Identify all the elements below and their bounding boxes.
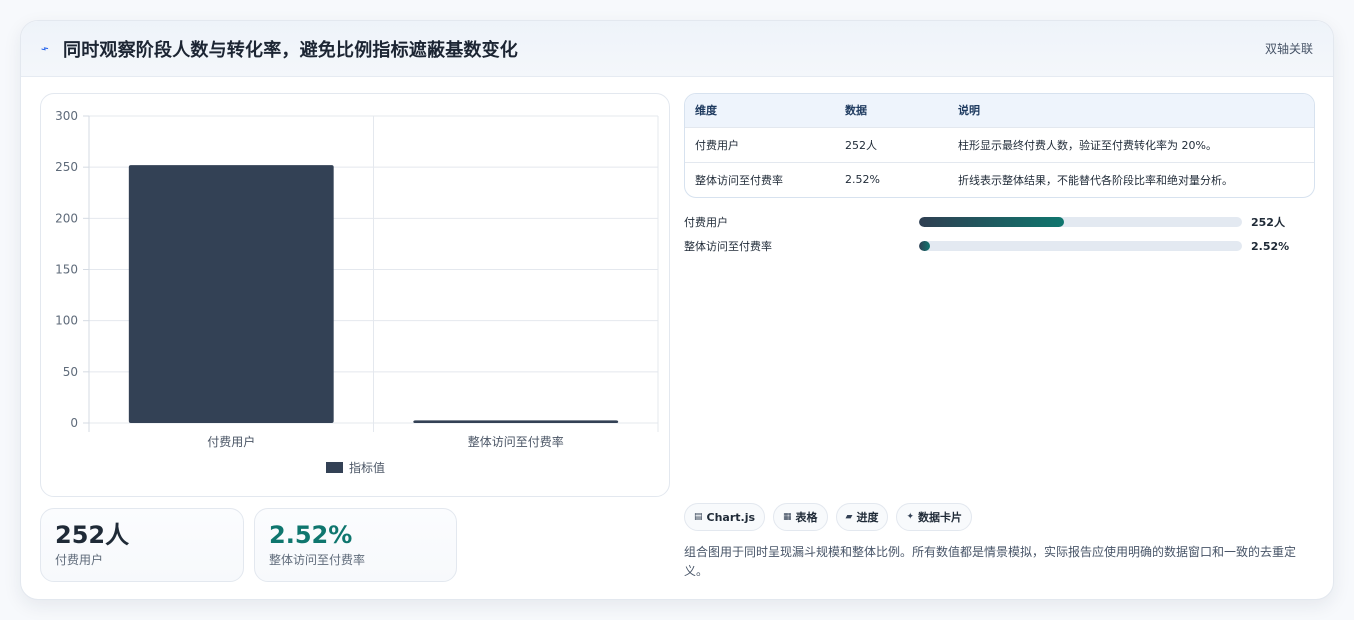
title-wrap: ⌁ 同时观察阶段人数与转化率，避免比例指标遮蔽基数变化	[38, 36, 518, 62]
legend-label: 指标值	[349, 460, 385, 475]
table-row: 整体访问至付费率 2.52% 折线表示整体结果，不能替代各阶段比率和绝对量分析。	[685, 161, 1314, 197]
data-table: 维度 数据 说明 付费用户 252人 柱形显示最终付费人数，验证至付费转化率为 …	[684, 93, 1315, 198]
chip-label: Chart.js	[706, 510, 756, 524]
chip-data-card[interactable]: ✦ 数据卡片	[896, 503, 973, 531]
card-header: ⌁ 同时观察阶段人数与转化率，避免比例指标遮蔽基数变化 双轴关联	[21, 21, 1333, 77]
kpi-label: 整体访问至付费率	[269, 553, 366, 567]
table-header-cell: 维度	[695, 104, 717, 118]
x-tick-label: 付费用户	[207, 434, 255, 449]
kpi-card-paid-users: 252人 付费用户	[40, 508, 244, 582]
y-tick-label: 200	[55, 211, 78, 225]
progress-list: 付费用户 252人 整体访问至付费率 2.52%	[684, 210, 1315, 258]
bar-chart-svg: 0 50 100 150 200 250 300 付费用户 整体访问至付费率指标值	[55, 109, 659, 475]
progress-fill	[919, 217, 1065, 227]
progress-fill	[919, 241, 931, 251]
progress-value: 2.52%	[1251, 239, 1290, 253]
footnote: 组合图用于同时呈现漏斗规模和整体比例。所有数值都是情景模拟，实际报告应使用明确的…	[684, 545, 1297, 578]
table-cell: 整体访问至付费率	[685, 161, 835, 197]
progress-row: 整体访问至付费率 2.52%	[684, 234, 1315, 258]
y-tick-label: 0	[70, 416, 78, 430]
progress-icon: ▰	[845, 512, 853, 522]
table-header-cell: 说明	[958, 104, 980, 118]
chart-icon: ▤	[694, 512, 703, 522]
chip-label: 表格	[795, 511, 818, 524]
chart-card: ⌁ 同时观察阶段人数与转化率，避免比例指标遮蔽基数变化 双轴关联 0 50 100 1…	[20, 20, 1334, 600]
kpi-value: 252人	[55, 521, 130, 549]
y-tick-label: 150	[55, 263, 78, 277]
chip-progress[interactable]: ▰ 进度	[835, 503, 889, 531]
bar	[413, 420, 619, 423]
table-cell: 2.52%	[835, 161, 948, 197]
card-icon: ✦	[906, 512, 915, 522]
table-cell: 折线表示整体结果，不能替代各阶段比率和绝对量分析。	[948, 161, 1314, 197]
table-icon: ▦	[783, 512, 792, 522]
kpi-label: 付费用户	[55, 553, 104, 567]
progress-row: 付费用户 252人	[684, 210, 1315, 234]
y-tick-label: 100	[55, 314, 78, 328]
legend-swatch	[326, 462, 343, 473]
trend-icon: ⌁	[38, 40, 52, 58]
progress-track	[919, 217, 1242, 227]
bar-chart: 0 50 100 150 200 250 300 付费用户 整体访问至付费率指标值	[40, 93, 670, 497]
table-cell: 付费用户	[685, 126, 835, 162]
progress-label: 付费用户	[684, 216, 728, 229]
progress-label: 整体访问至付费率	[684, 240, 772, 253]
tech-chips: ▤ Chart.js ▦ 表格 ▰ 进度 ✦ 数据卡片	[684, 503, 973, 531]
bar	[128, 165, 334, 423]
progress-track	[919, 241, 1242, 251]
table-cell: 柱形显示最终付费人数，验证至付费转化率为 20%。	[948, 126, 1314, 162]
chip-label: 数据卡片	[918, 511, 963, 524]
progress-value: 252人	[1251, 216, 1285, 229]
table-cell: 252人	[835, 126, 948, 162]
right-column: 维度 数据 说明 付费用户 252人 柱形显示最终付费人数，验证至付费转化率为 …	[684, 93, 1315, 258]
y-tick-label: 250	[55, 160, 78, 174]
chip-table[interactable]: ▦ 表格	[773, 503, 828, 531]
kpi-value: 2.52%	[269, 521, 353, 549]
kpi-card-conversion-rate: 2.52% 整体访问至付费率	[254, 508, 457, 582]
y-tick-label: 300	[55, 109, 78, 123]
dual-axis-tag: 双轴关联	[1264, 42, 1313, 56]
x-tick-label: 整体访问至付费率	[468, 434, 564, 449]
chip-chartjs[interactable]: ▤ Chart.js	[684, 503, 766, 531]
y-tick-label: 50	[63, 365, 78, 379]
chip-label: 进度	[856, 511, 879, 524]
table-row: 付费用户 252人 柱形显示最终付费人数，验证至付费转化率为 20%。	[685, 126, 1314, 162]
table-header-cell: 数据	[845, 104, 867, 118]
table-header-row: 维度 数据 说明	[685, 94, 1314, 127]
card-title: 同时观察阶段人数与转化率，避免比例指标遮蔽基数变化	[63, 39, 518, 61]
